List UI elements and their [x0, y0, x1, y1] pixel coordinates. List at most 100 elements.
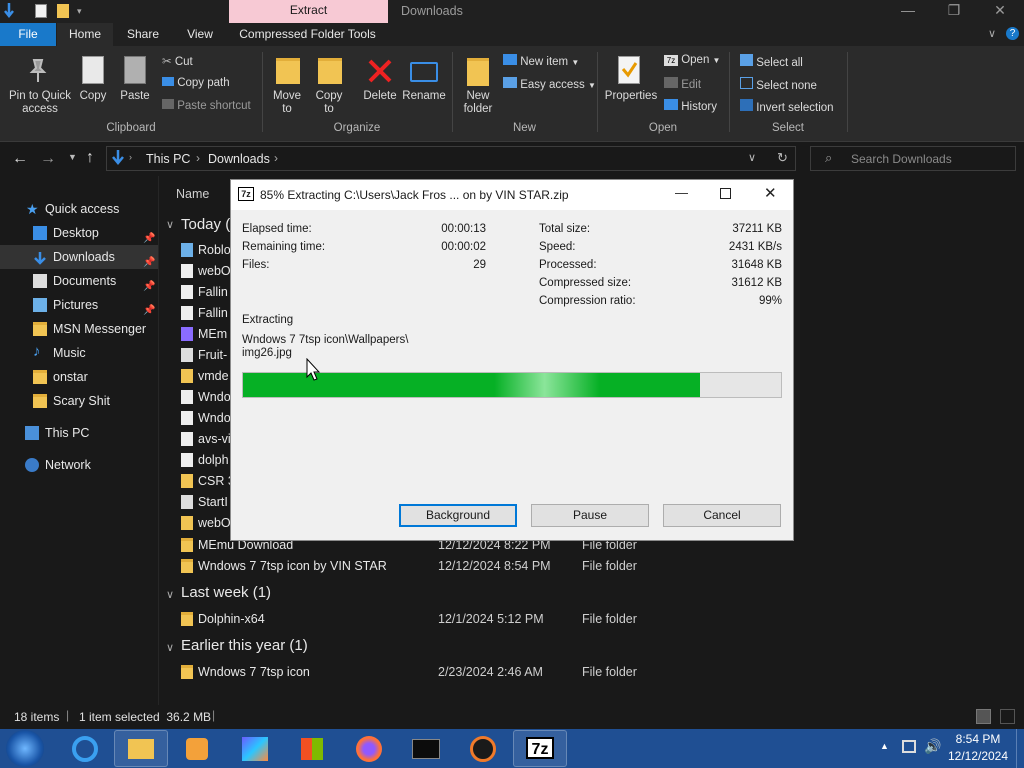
file-name[interactable]: MEm [198, 327, 227, 341]
clock-date[interactable]: 12/12/2024 [946, 749, 1010, 763]
nav-desktop[interactable]: Desktop 📌 [0, 221, 158, 245]
file-name[interactable]: dolph [198, 453, 229, 467]
copy-button[interactable]: Copy [76, 90, 110, 103]
file-name[interactable]: Wndo [198, 390, 231, 404]
open-button[interactable]: 7z Open ▼ [664, 54, 720, 66]
forward-arrow-icon[interactable]: → [40, 150, 56, 168]
chevron-down-icon[interactable]: ∨ [748, 151, 756, 164]
dialog-maximize-button[interactable] [720, 188, 731, 199]
chevron-down-icon[interactable]: ∨ [166, 641, 174, 654]
paste-button[interactable]: Paste [118, 90, 152, 103]
media-player-icon[interactable] [170, 730, 224, 767]
network-tray-icon[interactable] [902, 740, 916, 753]
close-button[interactable]: ✕ [977, 0, 1023, 23]
large-icons-view-icon[interactable] [1000, 709, 1015, 724]
memu-icon[interactable] [228, 730, 282, 767]
nav-msn-messenger[interactable]: MSN Messenger [0, 317, 158, 341]
column-header-name[interactable]: Name [176, 187, 209, 201]
pin-to-quick-access-button[interactable]: Pin to Quick access [4, 90, 76, 116]
chevron-right-icon[interactable]: › [129, 152, 132, 162]
file-name[interactable]: vmde [198, 369, 229, 383]
file-name[interactable]: Wndo [198, 411, 231, 425]
file-name[interactable]: webO [198, 516, 231, 530]
file-name[interactable]: avs-vi [198, 432, 231, 446]
store-icon[interactable] [285, 730, 339, 767]
nav-this-pc[interactable]: This PC [0, 421, 158, 445]
internet-explorer-icon[interactable] [58, 730, 112, 767]
maximize-button[interactable]: ❐ [931, 0, 977, 23]
dialog-close-button[interactable]: ✕ [764, 184, 777, 202]
nav-network[interactable]: Network [0, 453, 158, 477]
extract-context-tab[interactable]: Extract [229, 0, 388, 23]
command-prompt-icon[interactable] [399, 730, 453, 767]
properties-icon[interactable] [35, 4, 47, 18]
group-today[interactable]: Today ( [181, 216, 230, 233]
minimize-button[interactable]: — [885, 0, 931, 23]
file-name[interactable]: Fallin [198, 306, 228, 320]
nav-music[interactable]: ♪ Music [0, 341, 158, 365]
customize-qat-icon[interactable]: ▾ [77, 6, 85, 16]
file-name[interactable]: Roblo [198, 243, 231, 257]
volume-icon[interactable]: 🔊 [924, 738, 941, 755]
nav-quick-access[interactable]: ★ Quick access [0, 197, 158, 221]
clock-time[interactable]: 8:54 PM [948, 732, 1008, 746]
7zip-taskbar-icon[interactable]: 7z [513, 730, 567, 767]
properties-button[interactable]: Properties [602, 90, 660, 103]
firefox-icon[interactable] [342, 730, 396, 767]
tab-file[interactable]: File [0, 23, 56, 46]
back-arrow-icon[interactable]: ← [12, 150, 28, 168]
copy-to-button[interactable]: Copy to [310, 90, 348, 116]
file-name[interactable]: StartI [198, 495, 228, 509]
show-hidden-icons-icon[interactable]: ▲ [880, 741, 889, 751]
refresh-icon[interactable]: ↻ [777, 150, 788, 166]
background-button[interactable]: Background [399, 504, 517, 527]
help-icon[interactable]: ? [1006, 27, 1019, 40]
select-all-button[interactable]: Select all [740, 54, 803, 69]
file-name[interactable]: Dolphin-x64 [198, 612, 265, 626]
cut-button[interactable]: ✂ Cut [162, 54, 193, 68]
show-desktop-button[interactable] [1016, 729, 1024, 768]
details-view-icon[interactable] [976, 709, 991, 724]
download-arrow-icon[interactable] [4, 3, 14, 19]
new-item-button[interactable]: New item ▼ [503, 54, 579, 68]
pause-button[interactable]: Pause [531, 504, 649, 527]
group-last-week[interactable]: Last week (1) [181, 584, 271, 601]
tab-home[interactable]: Home [57, 23, 113, 46]
delete-button[interactable]: Delete [358, 90, 402, 103]
nav-pictures[interactable]: Pictures 📌 [0, 293, 158, 317]
breadcrumb-this-pc[interactable]: This PC [146, 152, 190, 166]
chevron-down-icon[interactable]: ∨ [166, 588, 174, 601]
tab-compressed-folder-tools[interactable]: Compressed Folder Tools [236, 23, 379, 46]
file-name[interactable]: Fruit- [198, 348, 227, 362]
file-explorer-icon[interactable] [114, 730, 168, 767]
select-none-button[interactable]: Select none [740, 77, 817, 92]
new-folder-icon[interactable] [57, 4, 69, 18]
invert-selection-button[interactable]: Invert selection [740, 99, 834, 114]
history-button[interactable]: History [664, 99, 717, 113]
move-to-button[interactable]: Move to [268, 90, 306, 116]
copy-path-button[interactable]: Copy path [162, 77, 230, 89]
nav-onstar[interactable]: onstar [0, 365, 158, 389]
tab-view[interactable]: View [178, 23, 222, 46]
breadcrumb-downloads[interactable]: Downloads [208, 152, 270, 166]
nav-downloads[interactable]: Downloads 📌 [0, 245, 158, 269]
up-arrow-icon[interactable]: ↑ [86, 149, 94, 167]
chevron-right-icon[interactable]: › [274, 151, 278, 165]
file-name[interactable]: Wndows 7 7tsp icon by VIN STAR [198, 559, 387, 573]
paste-shortcut-button[interactable]: Paste shortcut [162, 99, 251, 112]
tab-share[interactable]: Share [120, 23, 166, 46]
dolphin-icon[interactable] [456, 730, 510, 767]
chevron-right-icon[interactable]: › [196, 151, 200, 165]
file-name[interactable]: webO [198, 264, 231, 278]
group-earlier-this-year[interactable]: Earlier this year (1) [181, 637, 308, 654]
file-name[interactable]: Wndows 7 7tsp icon [198, 665, 310, 679]
start-button[interactable] [6, 730, 44, 767]
search-input[interactable]: ⌕ Search Downloads [810, 146, 1016, 171]
chevron-down-icon[interactable]: ∨ [166, 218, 174, 231]
nav-scary-shit[interactable]: Scary Shit [0, 389, 158, 413]
new-folder-button[interactable]: New folder [458, 90, 498, 116]
easy-access-button[interactable]: Easy access ▼ [503, 77, 596, 91]
nav-documents[interactable]: Documents 📌 [0, 269, 158, 293]
file-name[interactable]: Fallin [198, 285, 228, 299]
dialog-minimize-button[interactable]: — [675, 185, 688, 200]
